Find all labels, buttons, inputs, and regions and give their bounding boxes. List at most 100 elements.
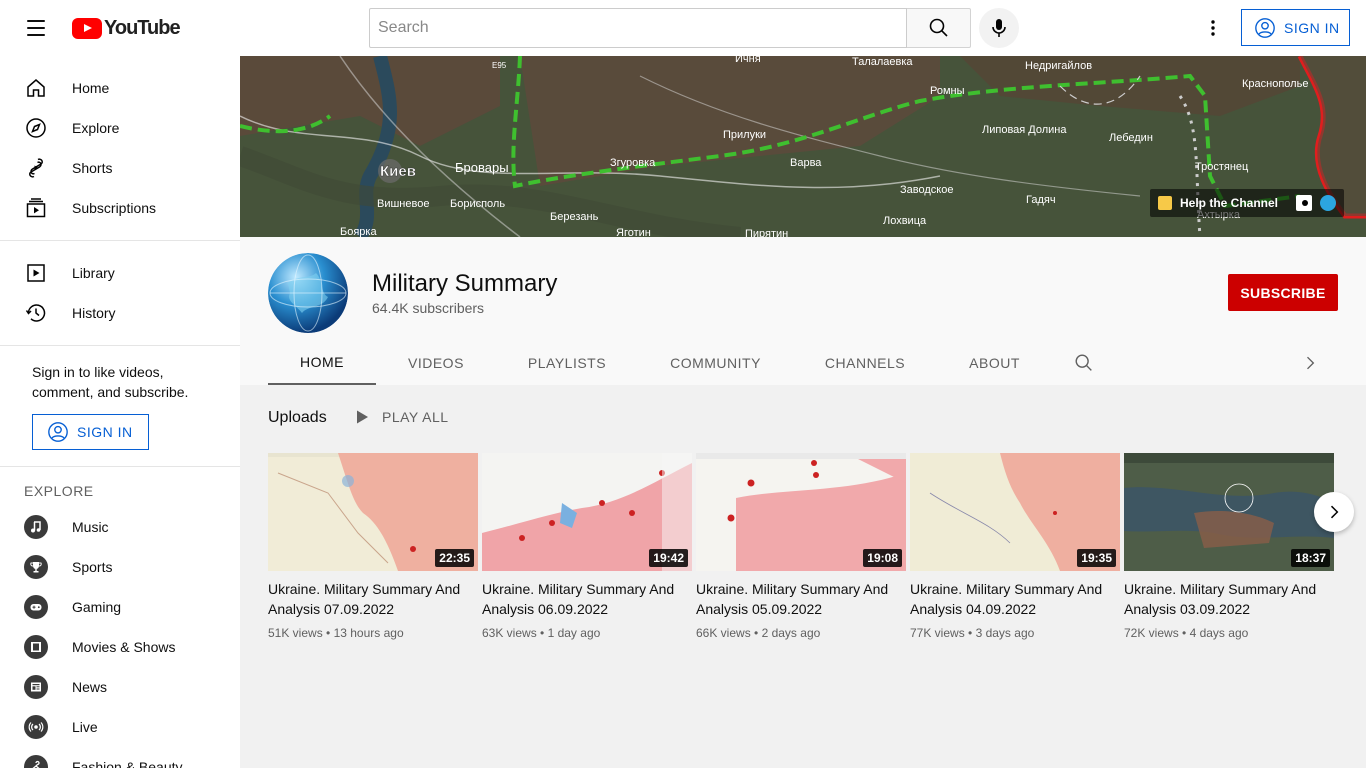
play-all-button[interactable]: PLAY ALL — [354, 409, 449, 425]
video-thumbnail[interactable]: 19:42 — [482, 453, 692, 571]
video-card[interactable]: 22:35 Ukraine. Military Summary And Anal… — [268, 453, 478, 640]
sidebar-item-shorts[interactable]: Shorts — [0, 148, 240, 188]
tab-community[interactable]: COMMUNITY — [638, 341, 793, 385]
hamburger-menu-icon[interactable] — [20, 12, 52, 44]
search-button[interactable] — [907, 8, 971, 48]
sidebar-item-home[interactable]: Home — [0, 68, 240, 108]
divider — [0, 345, 240, 346]
gamepad-icon — [24, 595, 48, 619]
sidebar-item-live[interactable]: Live — [0, 707, 240, 747]
sidebar-item-label: Music — [72, 519, 109, 535]
channel-search-button[interactable] — [1052, 341, 1116, 385]
youtube-logo[interactable]: YouTube — [72, 17, 181, 40]
sidebar-item-fashion[interactable]: Fashion & Beauty — [0, 747, 240, 768]
subscribe-button[interactable]: SUBSCRIBE — [1228, 274, 1338, 311]
map-label: Лебедин — [1109, 132, 1153, 144]
sidebar-item-news[interactable]: News — [0, 667, 240, 707]
video-meta: 72K views • 4 days ago — [1124, 626, 1249, 640]
sidebar-item-sports[interactable]: Sports — [0, 547, 240, 587]
globe-icon — [268, 253, 348, 333]
help-channel-label: Help the Channel — [1179, 196, 1278, 210]
search-field[interactable] — [369, 8, 907, 48]
sidebar-item-explore[interactable]: Explore — [0, 108, 240, 148]
sidebar-item-label: Shorts — [72, 160, 113, 176]
video-card[interactable]: 19:08 Ukraine. Military Summary And Anal… — [696, 453, 906, 640]
upload-age: 13 hours ago — [333, 626, 404, 640]
map-label: Ичня — [735, 56, 761, 65]
telegram-icon[interactable] — [1320, 195, 1336, 211]
tab-playlists[interactable]: PLAYLISTS — [496, 341, 638, 385]
map-label: Борисполь — [450, 198, 505, 210]
voice-search-button[interactable] — [979, 8, 1019, 48]
sidebar-item-subscriptions[interactable]: Subscriptions — [0, 188, 240, 228]
uploads-title[interactable]: Uploads — [268, 409, 327, 427]
help-channel-link[interactable]: Help the Channel — [1149, 189, 1344, 217]
tab-home[interactable]: HOME — [268, 341, 376, 385]
account-icon — [1255, 17, 1275, 38]
sidebar-item-library[interactable]: Library — [0, 253, 240, 293]
sign-in-button[interactable]: SIGN IN — [1241, 9, 1350, 46]
view-count: 51K views — [268, 626, 323, 640]
video-thumbnail[interactable]: 22:35 — [268, 453, 478, 571]
channel-header: Military Summary 64.4K subscribers SUBSC… — [240, 237, 1366, 385]
tabs-scroll-right-button[interactable] — [1296, 341, 1324, 385]
search-icon — [929, 18, 948, 37]
video-title[interactable]: Ukraine. Military Summary And Analysis 0… — [910, 579, 1120, 619]
video-title[interactable]: Ukraine. Military Summary And Analysis 0… — [482, 579, 692, 619]
map-label: Киев — [380, 163, 416, 180]
channel-banner: Киев Бровары Вишневое Борисполь Боярка П… — [240, 56, 1366, 237]
video-title[interactable]: Ukraine. Military Summary And Analysis 0… — [696, 579, 906, 619]
tab-about[interactable]: ABOUT — [937, 341, 1052, 385]
sidebar-item-label: History — [72, 305, 116, 321]
sidebar-sign-in-button[interactable]: SIGN IN — [32, 414, 149, 450]
video-meta: 63K views • 1 day ago — [482, 626, 601, 640]
map-label: Прилуки — [723, 129, 766, 141]
video-thumbnail[interactable]: 19:08 — [696, 453, 906, 571]
sidebar-item-label: Explore — [72, 120, 120, 136]
chevron-right-icon — [1307, 356, 1315, 370]
library-icon — [24, 261, 48, 285]
sign-in-label: SIGN IN — [77, 424, 133, 440]
subscriber-count: 64.4K subscribers — [372, 300, 485, 316]
uploads-shelf: 22:35 Ukraine. Military Summary And Anal… — [268, 453, 1334, 653]
map-label: Вишневое — [377, 198, 429, 210]
video-duration: 18:37 — [1291, 549, 1330, 567]
video-thumbnail[interactable]: 18:37 — [1124, 453, 1334, 571]
shelf-next-button[interactable] — [1314, 492, 1354, 532]
search-input[interactable] — [378, 19, 906, 37]
video-thumbnail[interactable]: 19:35 — [910, 453, 1120, 571]
sidebar-item-music[interactable]: Music — [0, 507, 240, 547]
sidebar-item-history[interactable]: History — [0, 293, 240, 333]
hanger-icon — [24, 755, 48, 768]
sidebar-item-label: Sports — [72, 559, 113, 575]
sidebar-item-gaming[interactable]: Gaming — [0, 587, 240, 627]
map-label: Заводское — [900, 184, 953, 196]
map-label: Лохвица — [883, 215, 927, 227]
trophy-icon — [24, 555, 48, 579]
video-card[interactable]: 19:35 Ukraine. Military Summary And Anal… — [910, 453, 1120, 640]
tab-videos[interactable]: VIDEOS — [376, 341, 496, 385]
top-bar: YouTube SIGN IN — [0, 0, 1366, 56]
sidebar-item-label: Library — [72, 265, 115, 281]
logo-text: YouTube — [104, 17, 181, 39]
play-icon — [357, 410, 368, 424]
map-label: Варва — [790, 157, 822, 169]
map-label: E95 — [492, 61, 507, 70]
video-card[interactable]: 19:42 Ukraine. Military Summary And Anal… — [482, 453, 692, 640]
channel-avatar[interactable] — [268, 253, 348, 333]
video-card[interactable]: 18:37 Ukraine. Military Summary And Anal… — [1124, 453, 1334, 640]
patreon-icon[interactable] — [1296, 195, 1312, 211]
map-label: Гадяч — [1026, 194, 1056, 206]
video-title[interactable]: Ukraine. Military Summary And Analysis 0… — [1124, 579, 1334, 619]
settings-menu-button[interactable] — [1197, 12, 1229, 44]
map-label: Березань — [550, 211, 599, 223]
tab-channels[interactable]: CHANNELS — [793, 341, 937, 385]
video-meta: 77K views • 3 days ago — [910, 626, 1035, 640]
sidebar-item-movies[interactable]: Movies & Shows — [0, 627, 240, 667]
video-title[interactable]: Ukraine. Military Summary And Analysis 0… — [268, 579, 478, 619]
map-label: Недригайлов — [1025, 60, 1092, 72]
sidebar-item-label: Movies & Shows — [72, 639, 176, 655]
home-icon — [24, 76, 48, 100]
music-icon — [24, 515, 48, 539]
upload-age: 1 day ago — [547, 626, 601, 640]
